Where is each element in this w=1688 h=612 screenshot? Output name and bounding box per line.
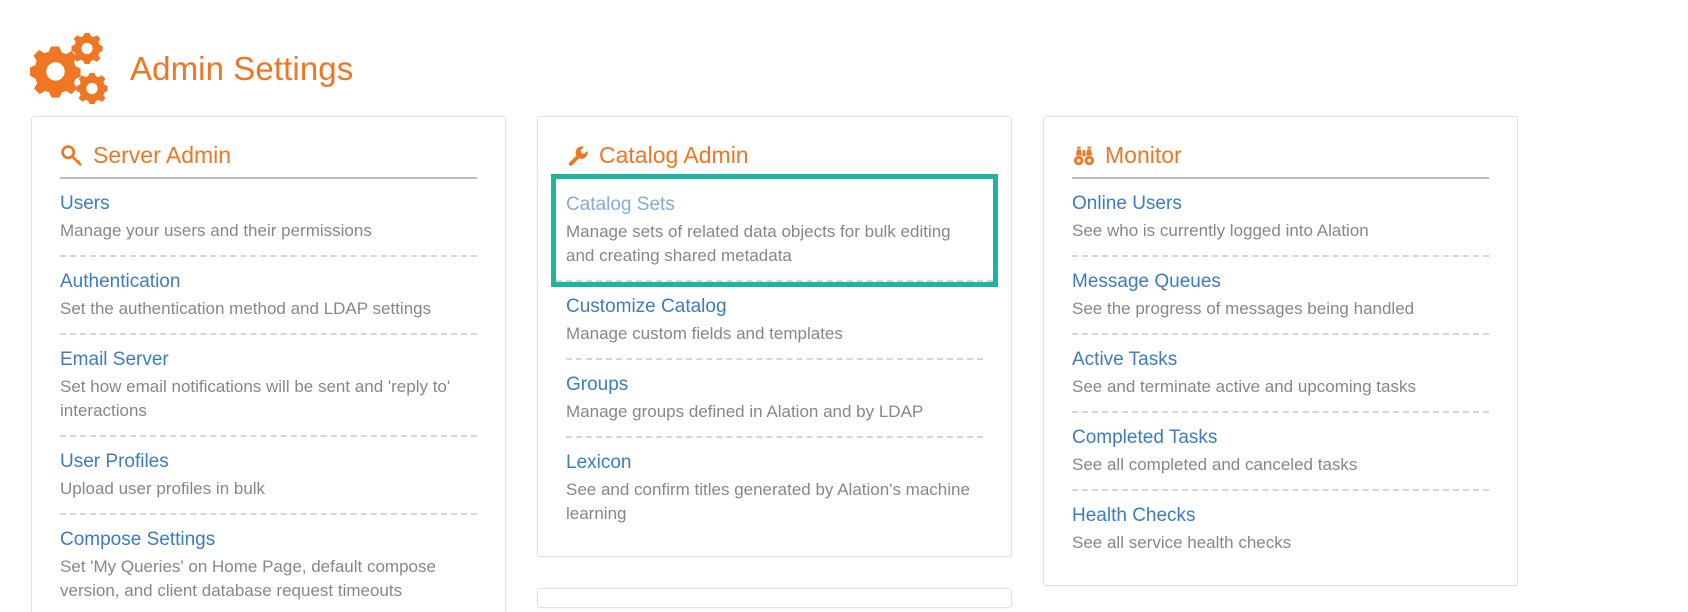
card-title: Catalog Admin bbox=[599, 142, 749, 168]
list-item[interactable]: Online Users See who is currently logged… bbox=[1072, 179, 1489, 258]
list-item[interactable]: Users Manage your users and their permis… bbox=[60, 179, 477, 258]
list-item[interactable]: Customize Catalog Manage custom fields a… bbox=[566, 282, 983, 361]
item-description: Set the authentication method and LDAP s… bbox=[60, 298, 432, 318]
column-server-admin: Server Admin Users Manage your users and… bbox=[31, 116, 506, 612]
card-next-partial bbox=[537, 588, 1012, 609]
list-item[interactable]: Compose Settings Set 'My Queries' on Hom… bbox=[60, 515, 477, 612]
item-description: Manage sets of related data objects for … bbox=[566, 222, 951, 266]
list-item[interactable]: Message Queues See the progress of messa… bbox=[1072, 257, 1489, 336]
item-description: Manage your users and their permissions bbox=[60, 221, 372, 241]
link-lexicon[interactable]: Lexicon bbox=[566, 451, 983, 475]
link-catalog-sets[interactable]: Catalog Sets bbox=[566, 193, 983, 217]
column-catalog-admin: Catalog Admin Catalog Sets Manage sets o… bbox=[537, 116, 1012, 609]
item-description: See the progress of messages being handl… bbox=[1072, 298, 1415, 318]
binoculars-icon bbox=[1072, 144, 1096, 168]
link-users[interactable]: Users bbox=[60, 192, 477, 216]
list-item[interactable]: User Profiles Upload user profiles in bu… bbox=[60, 437, 477, 515]
page-header: Admin Settings bbox=[28, 28, 353, 108]
link-compose-settings[interactable]: Compose Settings bbox=[60, 528, 477, 552]
key-icon bbox=[60, 144, 84, 168]
page-title: Admin Settings bbox=[130, 49, 354, 87]
card-list-server-admin: Users Manage your users and their permis… bbox=[60, 179, 477, 612]
gears-icon bbox=[28, 31, 110, 105]
link-online-users[interactable]: Online Users bbox=[1072, 192, 1489, 216]
list-item[interactable]: Groups Manage groups defined in Alation … bbox=[566, 360, 983, 439]
admin-cards-grid: Server Admin Users Manage your users and… bbox=[31, 116, 1661, 612]
list-item-highlighted[interactable]: Catalog Sets Manage sets of related data… bbox=[551, 174, 998, 288]
item-description: Manage groups defined in Alation and by … bbox=[566, 401, 924, 421]
item-description: Set 'My Queries' on Home Page, default c… bbox=[60, 556, 436, 600]
link-active-tasks[interactable]: Active Tasks bbox=[1072, 348, 1489, 372]
link-health-checks[interactable]: Health Checks bbox=[1072, 504, 1489, 528]
item-description: Set how email notifications will be sent… bbox=[60, 376, 451, 420]
list-item[interactable]: Lexicon See and confirm titles generated… bbox=[566, 438, 983, 538]
link-authentication[interactable]: Authentication bbox=[60, 270, 477, 294]
admin-settings-page: Admin Settings Server Admin Users Manage… bbox=[0, 0, 1688, 612]
link-completed-tasks[interactable]: Completed Tasks bbox=[1072, 426, 1489, 450]
card-header-server-admin: Server Admin bbox=[60, 142, 477, 180]
list-item[interactable]: Health Checks See all service health che… bbox=[1072, 491, 1489, 567]
card-monitor: Monitor Online Users See who is currentl… bbox=[1043, 116, 1518, 586]
link-customize-catalog[interactable]: Customize Catalog bbox=[566, 295, 983, 319]
card-catalog-admin: Catalog Admin Catalog Sets Manage sets o… bbox=[537, 116, 1012, 558]
link-message-queues[interactable]: Message Queues bbox=[1072, 270, 1489, 294]
card-server-admin: Server Admin Users Manage your users and… bbox=[31, 116, 506, 612]
item-description: See and terminate active and upcoming ta… bbox=[1072, 376, 1416, 396]
card-list-catalog-admin: Catalog Sets Manage sets of related data… bbox=[551, 174, 998, 538]
card-title: Monitor bbox=[1105, 142, 1182, 168]
item-description: See and confirm titles generated by Alat… bbox=[566, 479, 970, 523]
list-item[interactable]: Email Server Set how email notifications… bbox=[60, 335, 477, 438]
item-description: Manage custom fields and templates bbox=[566, 324, 843, 344]
link-groups[interactable]: Groups bbox=[566, 373, 983, 397]
list-item[interactable]: Completed Tasks See all completed and ca… bbox=[1072, 413, 1489, 491]
wrench-icon bbox=[566, 144, 590, 168]
column-monitor: Monitor Online Users See who is currentl… bbox=[1043, 116, 1518, 586]
card-list-monitor: Online Users See who is currently logged… bbox=[1072, 179, 1489, 566]
card-title: Server Admin bbox=[93, 142, 232, 168]
item-description: Upload user profiles in bulk bbox=[60, 478, 266, 498]
item-description: See all service health checks bbox=[1072, 532, 1292, 552]
link-user-profiles[interactable]: User Profiles bbox=[60, 450, 477, 474]
link-email-server[interactable]: Email Server bbox=[60, 348, 477, 372]
list-item[interactable]: Authentication Set the authentication me… bbox=[60, 257, 477, 336]
list-item[interactable]: Active Tasks See and terminate active an… bbox=[1072, 335, 1489, 413]
item-description: See all completed and canceled tasks bbox=[1072, 454, 1358, 474]
item-description: See who is currently logged into Alation bbox=[1072, 221, 1369, 241]
card-header-monitor: Monitor bbox=[1072, 142, 1489, 180]
card-header-catalog-admin: Catalog Admin bbox=[566, 142, 983, 180]
